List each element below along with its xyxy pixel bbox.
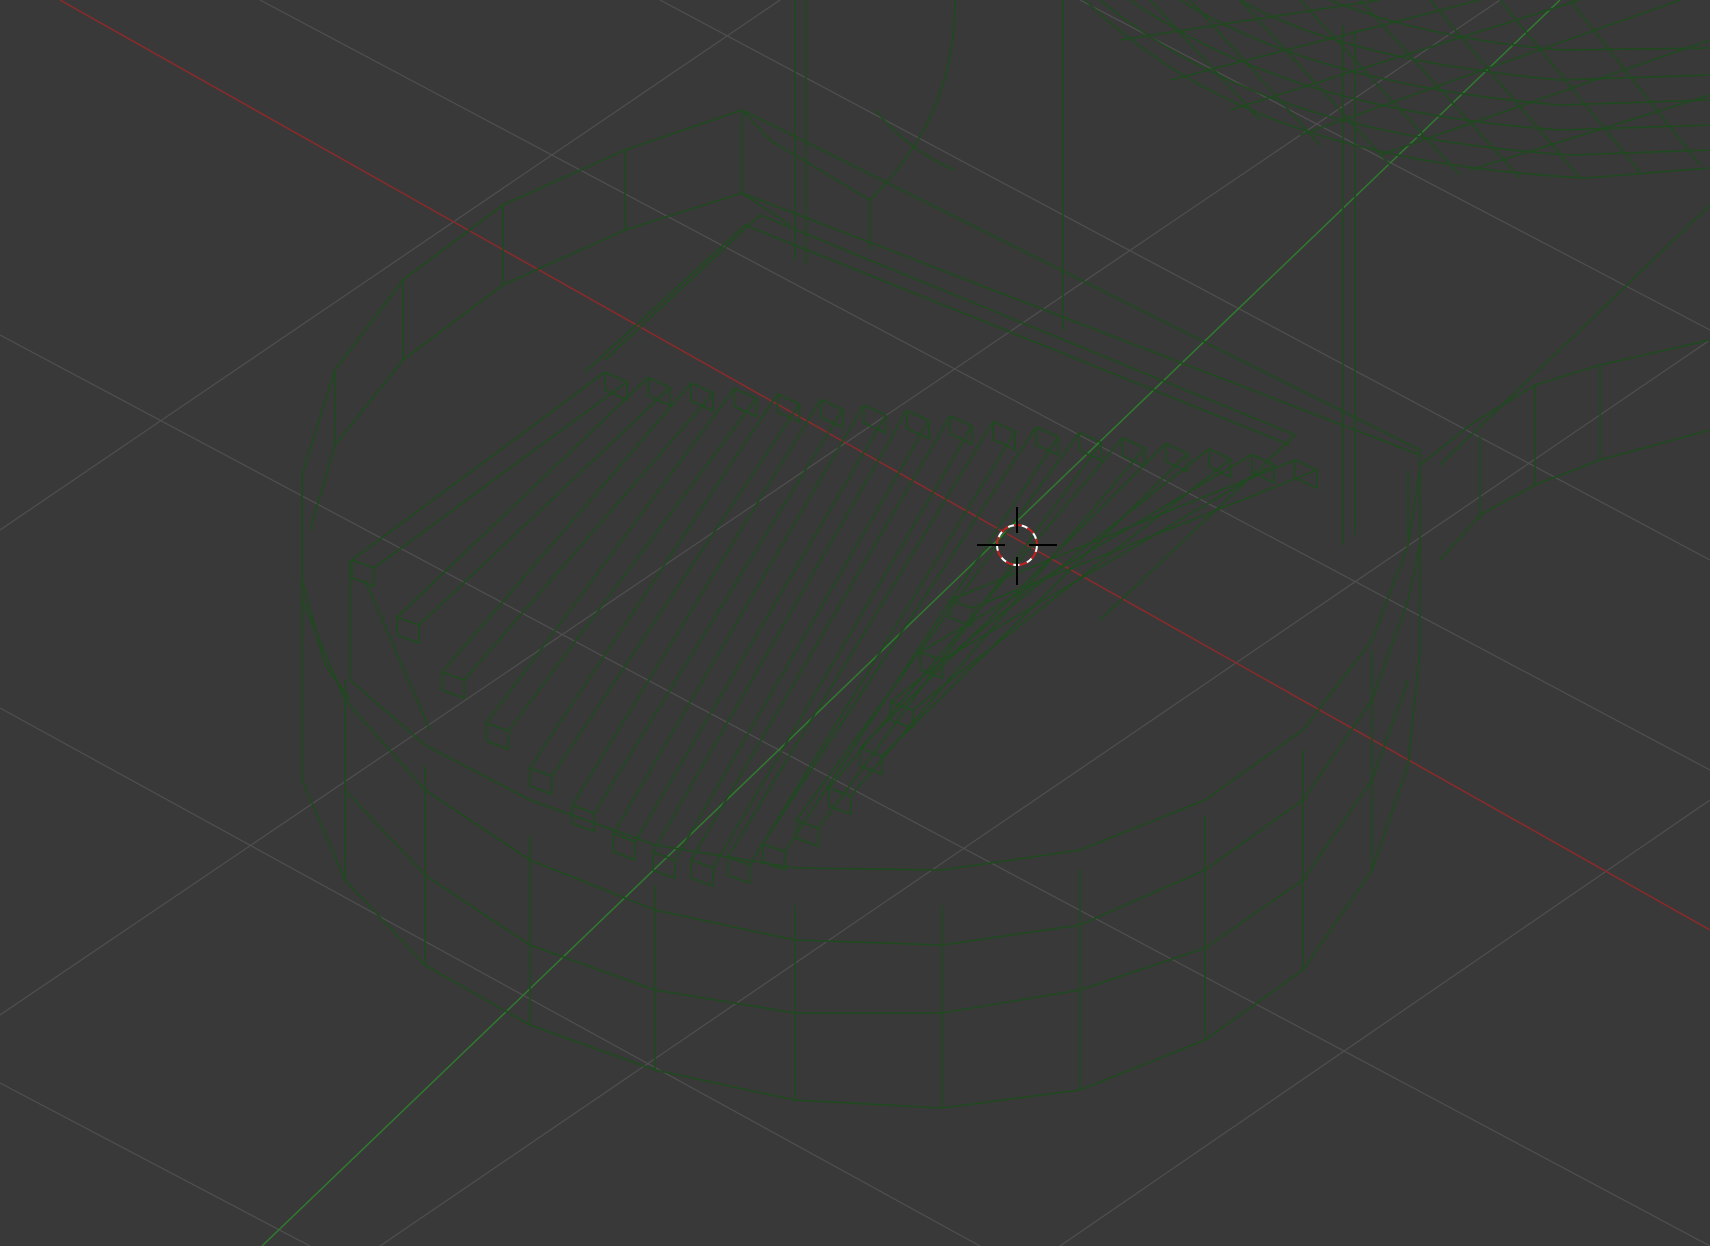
deck-slat — [485, 387, 758, 751]
deck-slat — [889, 448, 1232, 730]
deck-slat — [351, 371, 628, 588]
deck-slat — [441, 382, 715, 700]
3d-viewport[interactable] — [0, 0, 1710, 1246]
basin-outer-rim — [301, 109, 1421, 701]
sphere-mesh — [1084, 0, 1710, 179]
deck-slat — [528, 393, 801, 796]
mesh-wireframe[interactable] — [301, 0, 1710, 1109]
floor-grid — [0, 0, 1710, 1246]
y-axis-line — [261, 0, 1561, 1246]
deck-slat — [859, 442, 1189, 776]
deck-slat — [690, 415, 973, 888]
deck-slat — [396, 376, 671, 645]
wireframe-scene[interactable] — [0, 0, 1710, 1246]
side-bridge — [1419, 204, 1710, 561]
deck-slats — [351, 371, 1318, 888]
x-axis-line — [59, 0, 1710, 931]
deck-slat — [761, 426, 1060, 871]
